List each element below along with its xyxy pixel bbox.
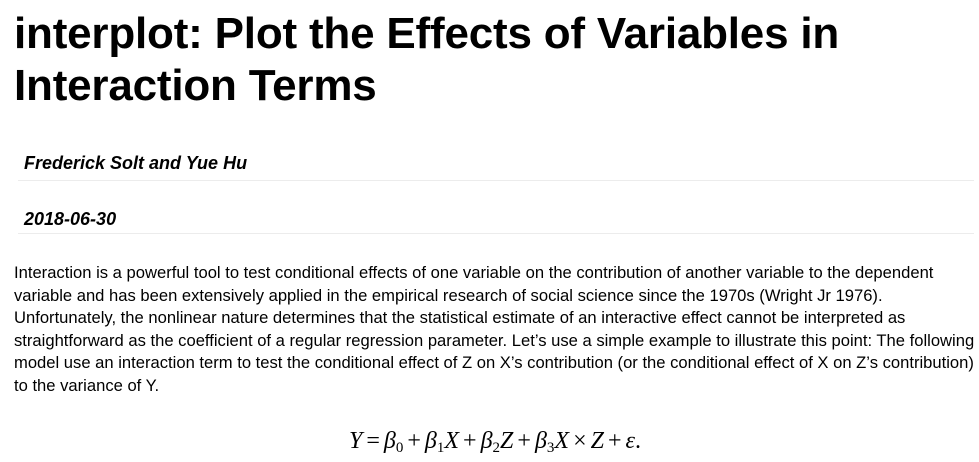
equation-z-2: Z (590, 428, 604, 454)
equation-epsilon: ε (625, 428, 635, 454)
equation-beta-3: β (534, 428, 547, 454)
intro-paragraph: Interaction is a powerful tool to test c… (14, 263, 975, 395)
equation-plus-3: + (517, 428, 531, 454)
equation-times: × (573, 428, 587, 454)
equation-plus-1: + (407, 428, 421, 454)
regression-equation: Y = β0 + β1X + β2Z + β3X × Z + ε. (14, 426, 976, 456)
equation-sub-2: 2 (492, 440, 501, 456)
date-divider (18, 233, 974, 234)
equation-beta-1: β (424, 428, 437, 454)
equation-y: Y (349, 428, 363, 454)
equation-equals: = (366, 428, 380, 454)
document-title: interplot: Plot the Effects of Variables… (14, 9, 840, 110)
equation-plus-4: + (607, 428, 622, 454)
equation-x-1: X (444, 428, 460, 454)
equation-beta-2: β (480, 428, 493, 454)
date-line: 2018-06-30 (24, 209, 117, 229)
equation-x-2: X (554, 428, 570, 454)
author-line: Frederick Solt and Yue Hu (24, 153, 248, 173)
equation-period: . (634, 428, 641, 454)
document-page: interplot: Plot the Effects of Variables… (14, 0, 974, 456)
author-divider (18, 180, 974, 181)
equation-beta-0: β (383, 428, 396, 454)
equation-plus-2: + (463, 428, 477, 454)
equation-z-1: Z (500, 428, 514, 454)
